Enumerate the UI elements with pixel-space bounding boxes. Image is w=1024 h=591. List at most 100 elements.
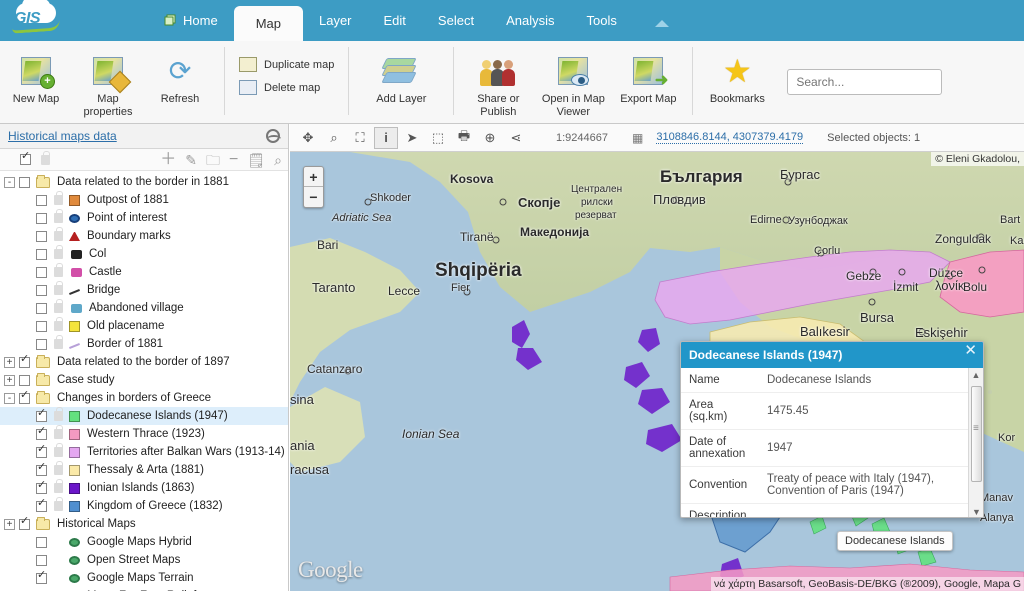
export-map-button[interactable]: ➜ Export Map xyxy=(612,45,684,112)
print-icon[interactable]: 🖶 xyxy=(452,127,476,149)
lock-icon[interactable] xyxy=(54,443,63,457)
layer-tree-row[interactable]: Bridge xyxy=(0,281,288,299)
layer-tree-row[interactable]: Ionian Islands (1863) xyxy=(0,479,288,497)
locate-icon[interactable]: ⊕ xyxy=(478,127,502,149)
layer-visibility-checkbox[interactable] xyxy=(19,516,30,530)
menu-item-layer[interactable]: Layer xyxy=(303,0,368,41)
scroll-up-arrow[interactable]: ▲ xyxy=(969,368,983,382)
lock-icon[interactable] xyxy=(54,479,63,493)
new-map-button[interactable]: + New Map xyxy=(0,45,72,112)
expand-icon[interactable]: + xyxy=(4,356,15,368)
lock-icon[interactable] xyxy=(54,191,63,205)
lock-icon[interactable] xyxy=(54,227,63,241)
layer-tree-row[interactable]: Western Thrace (1923) xyxy=(0,425,288,443)
layer-tree-row[interactable]: Kingdom of Greece (1832) xyxy=(0,497,288,515)
zoom-icon[interactable]: ⌕ xyxy=(322,127,346,149)
layer-visibility-checkbox[interactable] xyxy=(36,408,47,422)
layer-tree-row[interactable]: - Data related to the border in 1881 xyxy=(0,173,288,191)
layer-tree-row[interactable]: Dodecanese Islands (1947) xyxy=(0,407,288,425)
layer-tree-row[interactable]: Border of 1881 xyxy=(0,335,288,353)
layer-tree-row[interactable]: Abandoned village xyxy=(0,299,288,317)
open-in-map-viewer-button[interactable]: Open in Map Viewer xyxy=(534,45,612,124)
close-icon[interactable]: ✕ xyxy=(964,343,977,358)
duplicate-map-button[interactable]: Duplicate map xyxy=(233,53,340,76)
lock-icon[interactable] xyxy=(54,245,63,259)
layer-visibility-checkbox[interactable] xyxy=(36,212,47,224)
menu-item-edit[interactable]: Edit xyxy=(368,0,422,41)
search-icon[interactable]: ⌕ xyxy=(274,153,282,167)
layer-tree-row[interactable]: Territories after Balkan Wars (1913-14) xyxy=(0,443,288,461)
collapse-icon[interactable]: - xyxy=(4,176,15,188)
lock-icon[interactable] xyxy=(54,209,63,223)
layer-tree-row[interactable]: + Case study xyxy=(0,371,288,389)
scroll-down-arrow[interactable]: ▼ xyxy=(969,505,983,517)
layer-visibility-checkbox[interactable] xyxy=(36,194,47,206)
layer-tree-row[interactable]: Castle xyxy=(0,263,288,281)
layer-visibility-checkbox[interactable] xyxy=(36,426,47,440)
layer-visibility-checkbox[interactable] xyxy=(36,302,47,314)
collapse-icon[interactable]: - xyxy=(4,392,15,404)
layer-tree-row[interactable]: Google Maps Hybrid xyxy=(0,533,288,551)
add-icon[interactable]: ＋ xyxy=(160,151,176,168)
select-all-checkbox[interactable] xyxy=(20,151,31,165)
menu-item-analysis[interactable]: Analysis xyxy=(490,0,570,41)
lock-icon[interactable] xyxy=(54,461,63,475)
map-properties-button[interactable]: Map properties xyxy=(72,45,144,124)
add-layer-button[interactable]: Add Layer xyxy=(357,45,445,112)
app-logo[interactable]: GIS xyxy=(6,0,66,41)
layer-visibility-checkbox[interactable] xyxy=(36,462,47,476)
layer-visibility-checkbox[interactable] xyxy=(36,570,47,584)
lock-icon[interactable] xyxy=(54,317,63,331)
menu-item-home[interactable]: Home xyxy=(148,0,234,41)
zoom-in-button[interactable]: + xyxy=(304,167,323,187)
layer-visibility-checkbox[interactable] xyxy=(36,338,47,350)
layer-visibility-checkbox[interactable] xyxy=(36,498,47,512)
layer-tree-row[interactable]: Old placename xyxy=(0,317,288,335)
layer-tree-row[interactable]: Thessaly & Arta (1881) xyxy=(0,461,288,479)
layer-visibility-checkbox[interactable] xyxy=(36,320,47,332)
menu-item-map[interactable]: Map xyxy=(233,6,303,41)
remove-icon[interactable]: − xyxy=(229,151,238,168)
grid-icon[interactable]: ▦ xyxy=(632,131,643,145)
identify-icon[interactable]: i xyxy=(374,126,398,149)
fullscreen-icon[interactable]: ⛶ xyxy=(348,127,372,149)
chevron-up-icon[interactable] xyxy=(655,20,669,27)
pencil-icon[interactable]: ✎ xyxy=(185,153,197,167)
layer-tree-row[interactable]: Point of interest xyxy=(0,209,288,227)
expand-icon[interactable]: + xyxy=(4,518,15,530)
lock-icon[interactable] xyxy=(54,425,63,439)
layer-visibility-checkbox[interactable] xyxy=(19,390,30,404)
map-zoom-control[interactable]: + − xyxy=(303,166,324,208)
share-or-publish-button[interactable]: Share or Publish xyxy=(462,45,534,124)
lock-icon[interactable] xyxy=(54,299,63,313)
layer-visibility-checkbox[interactable] xyxy=(36,480,47,494)
lock-icon[interactable] xyxy=(54,407,63,421)
expand-icon[interactable]: + xyxy=(4,374,15,386)
map-coordinates[interactable]: 3108846.8144, 4307379.4179 xyxy=(656,131,804,144)
layer-tree-row[interactable]: Open Street Maps xyxy=(0,551,288,569)
lock-all-icon[interactable] xyxy=(41,150,50,165)
layer-visibility-checkbox[interactable] xyxy=(36,266,47,278)
layer-tree-row[interactable]: Outpost of 1881 xyxy=(0,191,288,209)
lock-icon[interactable] xyxy=(54,263,63,277)
globe-icon[interactable] xyxy=(266,129,281,143)
search-input[interactable] xyxy=(787,69,943,95)
layer-visibility-checkbox[interactable] xyxy=(19,176,30,188)
lock-icon[interactable] xyxy=(54,497,63,511)
layer-tree-row[interactable]: + Historical Maps xyxy=(0,515,288,533)
menu-item-select[interactable]: Select xyxy=(422,0,490,41)
layer-visibility-checkbox[interactable] xyxy=(19,374,30,386)
layer-tree-row[interactable]: Google Maps Terrain xyxy=(0,569,288,587)
popup-scrollbar[interactable]: ▲ ▼ xyxy=(968,368,983,517)
layer-visibility-checkbox[interactable] xyxy=(36,554,47,566)
scrollbar-thumb[interactable] xyxy=(971,386,982,482)
layer-tree-row[interactable]: - Changes in borders of Greece xyxy=(0,389,288,407)
box-select-icon[interactable]: ⬚ xyxy=(426,127,450,149)
bookmarks-button[interactable]: ★ Bookmarks xyxy=(701,45,773,112)
lock-icon[interactable] xyxy=(54,335,63,349)
layer-visibility-checkbox[interactable] xyxy=(36,536,47,548)
layer-visibility-checkbox[interactable] xyxy=(36,284,47,296)
folder-icon[interactable]: 🗀 xyxy=(206,153,220,167)
edit-icon[interactable]: 🗒 xyxy=(247,153,265,167)
zoom-out-button[interactable]: − xyxy=(304,187,323,207)
